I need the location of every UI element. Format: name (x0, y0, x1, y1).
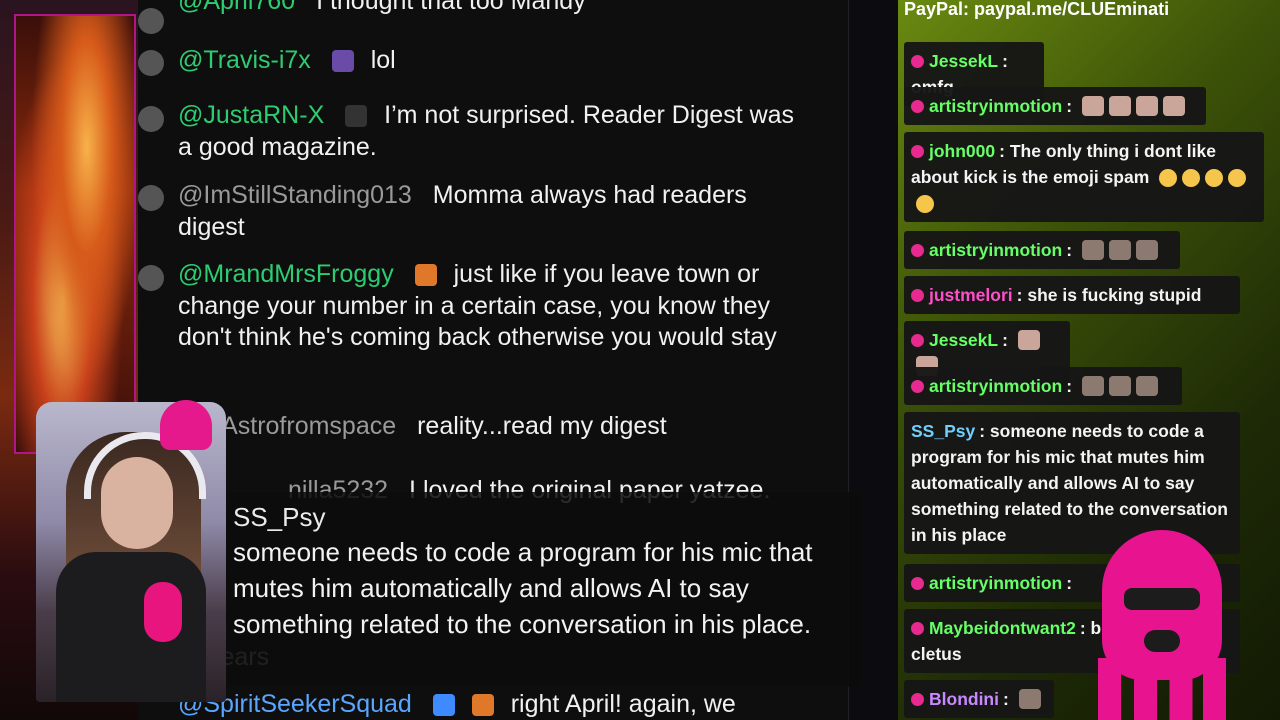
chat-text: right April! again, we (510, 690, 736, 718)
emote-icon (1135, 376, 1158, 396)
chat-message: @ImStillStanding013 Momma always had rea… (178, 180, 798, 243)
sub-badge-icon (911, 289, 924, 302)
mask-tentacles (1098, 658, 1226, 720)
laughing-emoji-icon (1159, 169, 1178, 187)
chat-text: I thought that too Mandy (316, 0, 586, 15)
wat-badge-icon (414, 264, 437, 287)
avatar (138, 265, 164, 291)
sub-badge-icon (911, 244, 924, 257)
chat-username[interactable]: @ImStillStanding013 (178, 181, 412, 209)
emote-icon (1135, 96, 1158, 116)
avatar (138, 185, 164, 211)
chat-message: @Travis-i7x lol (178, 45, 798, 77)
verified-badge-icon (432, 694, 455, 717)
laughing-emoji-icon (1182, 169, 1201, 187)
emote-icon (1018, 689, 1041, 709)
kick-message: justmelori: she is fucking stupid (904, 276, 1240, 314)
laughing-emoji-icon (1205, 169, 1224, 187)
sub-badge-icon (911, 334, 924, 347)
wat-badge-icon (471, 694, 494, 717)
chat-message: @SpiritSeekerSquad right April! again, w… (178, 689, 798, 720)
kick-username[interactable]: JessekL (929, 330, 998, 350)
emote-icon (1108, 376, 1131, 396)
kick-message: artistryinmotion: (904, 367, 1182, 405)
laughing-emoji-icon (916, 195, 934, 213)
sub-badge-icon (911, 577, 924, 590)
sub-badge-icon (911, 100, 924, 113)
emote-icon (1081, 240, 1104, 260)
kick-username[interactable]: artistryinmotion (929, 96, 1062, 116)
kick-username[interactable]: john000 (929, 141, 995, 161)
emote-icon (1135, 240, 1158, 260)
emote-icon (1081, 376, 1104, 396)
ski-mask-logo-icon (1098, 520, 1226, 720)
member-badge-icon (331, 50, 354, 73)
chat-text: lol (370, 46, 396, 74)
kick-message: john000: The only thing i dont like abou… (904, 132, 1264, 222)
avatar (138, 50, 164, 76)
laughing-emoji-icon (1228, 169, 1247, 187)
sub-badge-icon (911, 145, 924, 158)
microphone-icon (144, 582, 182, 642)
chat-username[interactable]: @April760 (178, 0, 295, 15)
chat-message: @MrandMrsFroggy just like if you leave t… (178, 259, 798, 354)
fire-art-panel (14, 14, 136, 454)
sub-badge-icon (911, 55, 924, 68)
paypal-banner: PayPal: paypal.me/CLUEminati (904, 0, 1170, 19)
kick-username[interactable]: artistryinmotion (929, 376, 1062, 396)
sub-badge-icon (911, 693, 924, 706)
highlighted-message-caption: SS_Psy someone needs to code a program f… (225, 492, 861, 687)
kick-username[interactable]: Blondini (929, 689, 999, 709)
sub-badge-icon (911, 622, 924, 635)
kick-message: artistryinmotion: (904, 87, 1206, 125)
caption-text: someone needs to code a program for his … (233, 537, 813, 639)
kick-text: she is fucking stupid (1027, 285, 1202, 305)
caption-username: SS_Psy (233, 502, 326, 532)
sub-badge-icon (911, 380, 924, 393)
mask-logo-icon (160, 400, 212, 450)
emote-icon (1017, 330, 1040, 350)
emote-icon (1108, 96, 1131, 116)
kick-username[interactable]: JessekL (929, 51, 998, 71)
kick-username[interactable]: artistryinmotion (929, 240, 1062, 260)
avatar (138, 8, 164, 34)
chat-message: @JustaRN-X I’m not surprised. Reader Dig… (178, 100, 798, 163)
mask-mouth (1144, 630, 1180, 652)
kick-username[interactable]: artistryinmotion (929, 573, 1062, 593)
kick-message: artistryinmotion: (904, 231, 1180, 269)
chat-message: TheAstrofromspace reality...read my dige… (178, 411, 798, 443)
emote-icon (1081, 96, 1104, 116)
chat-message: @April760 I thought that too Mandy (178, 0, 798, 18)
kick-username[interactable]: justmelori (929, 285, 1013, 305)
chat-text: reality...read my digest (417, 412, 667, 440)
chat-username[interactable]: @MrandMrsFroggy (178, 260, 394, 288)
emote-icon (1162, 96, 1185, 116)
mask-eyes (1124, 588, 1200, 610)
crown-badge-icon (345, 105, 368, 128)
chat-username[interactable]: @JustaRN-X (178, 101, 324, 129)
avatar (138, 106, 164, 132)
kick-message: Blondini: (904, 680, 1054, 718)
chat-username[interactable]: @Travis-i7x (178, 46, 311, 74)
emote-icon (1108, 240, 1131, 260)
streamer-shirt (56, 552, 206, 702)
kick-username[interactable]: Maybeidontwant2 (929, 618, 1076, 638)
kick-username[interactable]: SS_Psy (911, 421, 975, 441)
